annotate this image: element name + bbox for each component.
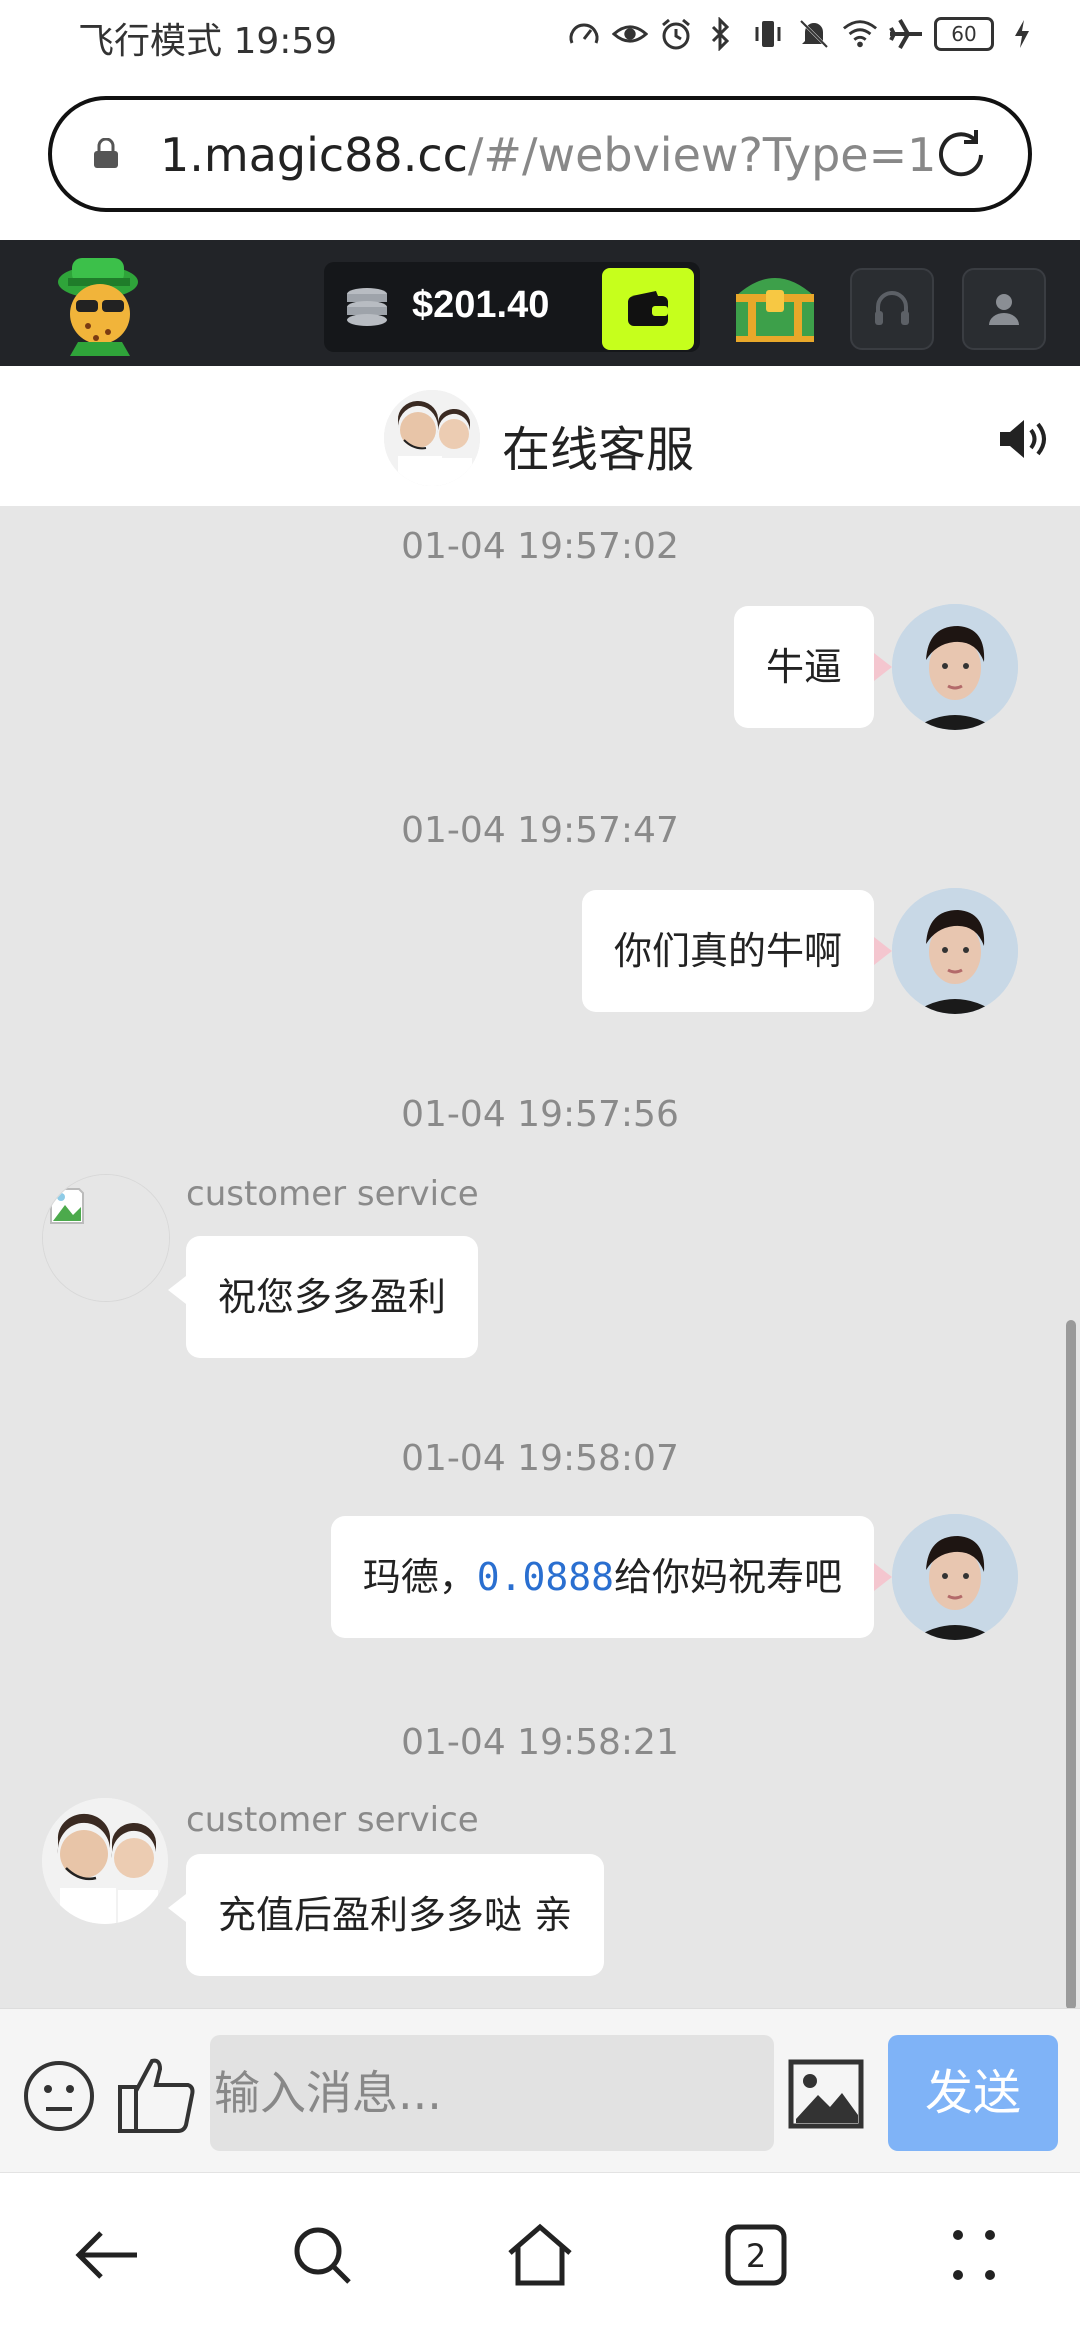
home-icon (508, 2223, 572, 2286)
user-photo-icon (892, 604, 1018, 730)
bubble-tail (874, 937, 892, 965)
wifi-icon (842, 16, 878, 52)
bubble-tail (168, 1276, 186, 1304)
airplane-icon (888, 16, 924, 52)
thumbs-up-icon[interactable] (116, 2053, 198, 2135)
wallet-icon (628, 291, 668, 326)
message-input[interactable] (210, 2035, 774, 2151)
status-bar: 飞行模式 19:59 60 (0, 0, 1080, 72)
bubble-tail (874, 653, 892, 681)
bubble-tail (168, 1894, 186, 1922)
image-upload-icon[interactable] (788, 2059, 864, 2129)
user-message-bubble[interactable]: 玛德，0.0888给你妈祝寿吧 (330, 1516, 874, 1638)
chat-area[interactable]: 01-04 19:57:02 牛逼 01-04 19:57:47 你们真的牛啊 … (0, 506, 1080, 2008)
message-text: 给你妈祝寿吧 (613, 1555, 842, 1599)
user-avatar (892, 1514, 1018, 1640)
balance-box: $201.40 (324, 262, 700, 352)
emoji-icon[interactable] (22, 2059, 96, 2133)
more-dots-icon (953, 2230, 995, 2280)
user-icon (989, 294, 1019, 325)
reload-icon[interactable] (932, 126, 990, 184)
headset-icon (875, 291, 909, 325)
home-button[interactable] (502, 2217, 578, 2293)
support-button[interactable] (850, 268, 934, 350)
eye-icon (612, 16, 648, 52)
user-avatar (892, 888, 1018, 1014)
sender-name: customer service (186, 1174, 479, 1214)
chat-scrollbar[interactable] (1066, 1320, 1076, 2008)
agent-message-bubble[interactable]: 充值后盈利多多哒 亲 (186, 1854, 605, 1976)
bluetooth-icon (704, 16, 740, 52)
balance-amount: $201.40 (412, 284, 550, 326)
tabs-icon: 2 (725, 2224, 787, 2286)
message-text: 玛德， (362, 1555, 477, 1599)
profile-button[interactable] (962, 268, 1046, 350)
menu-button[interactable] (936, 2217, 1012, 2293)
lock-icon (94, 138, 118, 168)
browser-navigation-bar: 2 (0, 2172, 1080, 2341)
agent-avatar (384, 390, 480, 486)
alarm-icon (658, 16, 694, 52)
broken-image-icon (43, 1175, 169, 1301)
vibrate-icon (750, 16, 786, 52)
app-header: $201.40 (0, 240, 1080, 366)
message-timestamp: 01-04 19:57:47 (401, 810, 679, 851)
speaker-icon[interactable] (998, 416, 1052, 462)
mute-bell-icon (796, 16, 832, 52)
agent-message-bubble[interactable]: 祝您多多盈利 (186, 1236, 479, 1358)
url-path: /#/webview?Type=10 (467, 128, 940, 182)
agents-photo-icon (42, 1798, 168, 1924)
message-number-link[interactable]: 0.0888 (477, 1555, 614, 1599)
leopard-logo-icon[interactable] (38, 252, 168, 356)
bubble-tail (874, 1563, 892, 1591)
user-message-bubble[interactable]: 你们真的牛啊 (581, 890, 874, 1012)
message-timestamp: 01-04 19:57:02 (401, 526, 679, 567)
battery-indicator: 60 (934, 17, 994, 51)
speedometer-icon (566, 16, 602, 52)
chat-title: 在线客服 (502, 422, 695, 478)
search-button[interactable] (284, 2217, 360, 2293)
wallet-button[interactable] (602, 268, 694, 350)
back-button[interactable] (70, 2217, 146, 2293)
status-icons: 60 (566, 16, 1040, 52)
agent-avatar (42, 1798, 168, 1924)
sender-name: customer service (186, 1800, 479, 1840)
user-avatar (892, 604, 1018, 730)
tabs-count: 2 (746, 2237, 766, 2275)
chat-header: 在线客服 (0, 366, 1080, 506)
agent-avatar-broken (42, 1174, 170, 1302)
coins-stack-icon (347, 288, 387, 326)
url-domain: 1.magic88.cc (160, 128, 468, 182)
search-icon (294, 2227, 351, 2284)
message-timestamp: 01-04 19:58:21 (401, 1722, 679, 1763)
charging-icon (1004, 16, 1040, 52)
tabs-button[interactable]: 2 (718, 2217, 794, 2293)
message-timestamp: 01-04 19:58:07 (401, 1438, 679, 1479)
message-input-bar: 发送 (0, 2008, 1080, 2173)
user-photo-icon (892, 888, 1018, 1014)
url-text[interactable]: 1.magic88.cc/#/webview?Type=10 (160, 128, 940, 182)
agents-photo-icon (384, 390, 480, 486)
user-photo-icon (892, 1514, 1018, 1640)
send-button[interactable]: 发送 (888, 2035, 1058, 2151)
message-timestamp: 01-04 19:57:56 (401, 1094, 679, 1135)
address-bar[interactable]: 1.magic88.cc/#/webview?Type=10 (48, 96, 1032, 212)
arrow-left-icon (75, 2231, 137, 2279)
treasure-chest-icon[interactable] (728, 256, 822, 350)
status-time: 飞行模式 19:59 (78, 21, 338, 62)
user-message-bubble[interactable]: 牛逼 (733, 606, 874, 728)
